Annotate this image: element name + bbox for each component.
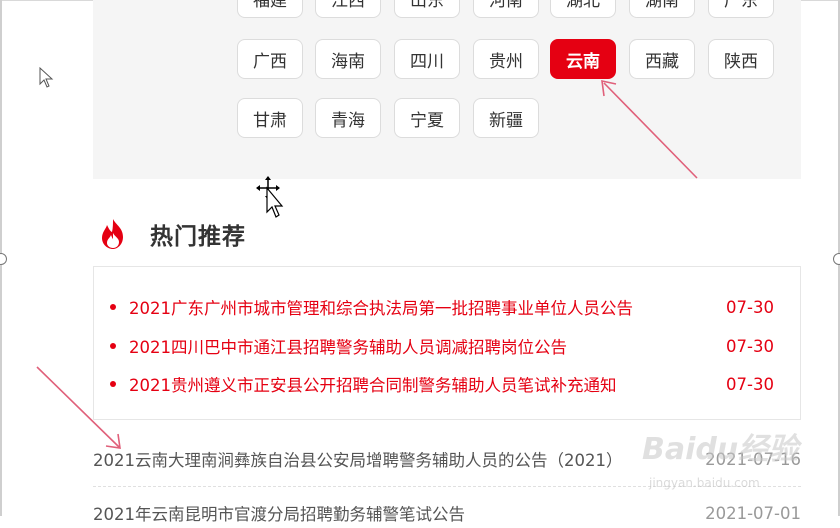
hot-list: 2021广东广州市城市管理和综合执法局第一批招聘事业单位人员公告 07-30 2… xyxy=(93,266,801,420)
bullet-icon xyxy=(110,381,116,387)
region-chip[interactable]: 广东 xyxy=(708,0,774,18)
hot-section-header: 热门推荐 xyxy=(96,214,246,254)
article-date: 2021-07-01 xyxy=(705,503,801,523)
region-chip-gansu[interactable]: 甘肃 xyxy=(237,98,303,138)
region-chip-qinghai[interactable]: 青海 xyxy=(315,98,381,138)
region-chip-xizang[interactable]: 西藏 xyxy=(629,39,695,79)
hot-item-date: 07-30 xyxy=(726,374,774,394)
article-list-item[interactable]: 2021年云南昆明市官渡分局招聘勤务辅警笔试公告 2021-07-01 xyxy=(93,498,801,528)
flame-icon xyxy=(102,219,123,249)
hot-item-title[interactable]: 2021四川巴中市通江县招聘警务辅助人员调减招聘岗位公告 xyxy=(129,334,686,358)
region-chip[interactable]: 江西 xyxy=(315,0,381,18)
region-chip-xinjiang[interactable]: 新疆 xyxy=(473,98,539,138)
resize-handle-right[interactable] xyxy=(833,253,840,265)
hot-item-date: 07-30 xyxy=(726,297,774,317)
region-chip-guangxi[interactable]: 广西 xyxy=(237,39,303,79)
hot-list-item[interactable]: 2021广东广州市城市管理和综合执法局第一批招聘事业单位人员公告 07-30 xyxy=(110,295,774,319)
resize-handle-left[interactable] xyxy=(0,253,7,265)
region-chip-yunnan-selected[interactable]: 云南 xyxy=(550,39,616,79)
article-title[interactable]: 2021云南大理南涧彝族自治县公安局增聘警务辅助人员的公告（2021） xyxy=(93,447,665,471)
hot-section-title: 热门推荐 xyxy=(150,224,246,250)
hot-item-date: 07-30 xyxy=(726,336,774,356)
watermark-url: jingyan.baidu.com xyxy=(649,476,760,490)
bullet-icon xyxy=(110,343,116,349)
region-selector-panel: 福建 江西 山东 河南 湖北 湖南 广东 广西 海南 四川 贵州 云南 西藏 陕… xyxy=(93,0,801,179)
region-chip[interactable]: 河南 xyxy=(473,0,539,18)
cursor-arrow-icon xyxy=(39,66,54,88)
move-cursor-icon xyxy=(256,176,284,218)
region-chip-sichuan[interactable]: 四川 xyxy=(394,39,460,79)
bullet-icon xyxy=(110,304,116,310)
region-chip-hainan[interactable]: 海南 xyxy=(315,39,381,79)
region-chip-shaanxi[interactable]: 陕西 xyxy=(708,39,774,79)
region-chip[interactable]: 福建 xyxy=(237,0,303,18)
baidu-watermark: Baidu经验 jingyan.baidu.com xyxy=(642,424,812,494)
watermark-logo: Baidu经验 xyxy=(642,432,799,467)
hot-list-item[interactable]: 2021四川巴中市通江县招聘警务辅助人员调减招聘岗位公告 07-30 xyxy=(110,334,774,358)
region-chip-guizhou[interactable]: 贵州 xyxy=(473,39,539,79)
region-chip[interactable]: 湖南 xyxy=(629,0,695,18)
region-chip-ningxia[interactable]: 宁夏 xyxy=(394,98,460,138)
hot-list-item[interactable]: 2021贵州遵义市正安县公开招聘合同制警务辅助人员笔试补充通知 07-30 xyxy=(110,372,774,396)
hot-item-title[interactable]: 2021广东广州市城市管理和综合执法局第一批招聘事业单位人员公告 xyxy=(129,295,686,319)
region-chip[interactable]: 山东 xyxy=(394,0,460,18)
region-chip[interactable]: 湖北 xyxy=(550,0,616,18)
article-title[interactable]: 2021年云南昆明市官渡分局招聘勤务辅警笔试公告 xyxy=(93,501,665,525)
hot-item-title[interactable]: 2021贵州遵义市正安县公开招聘合同制警务辅助人员笔试补充通知 xyxy=(129,372,686,396)
